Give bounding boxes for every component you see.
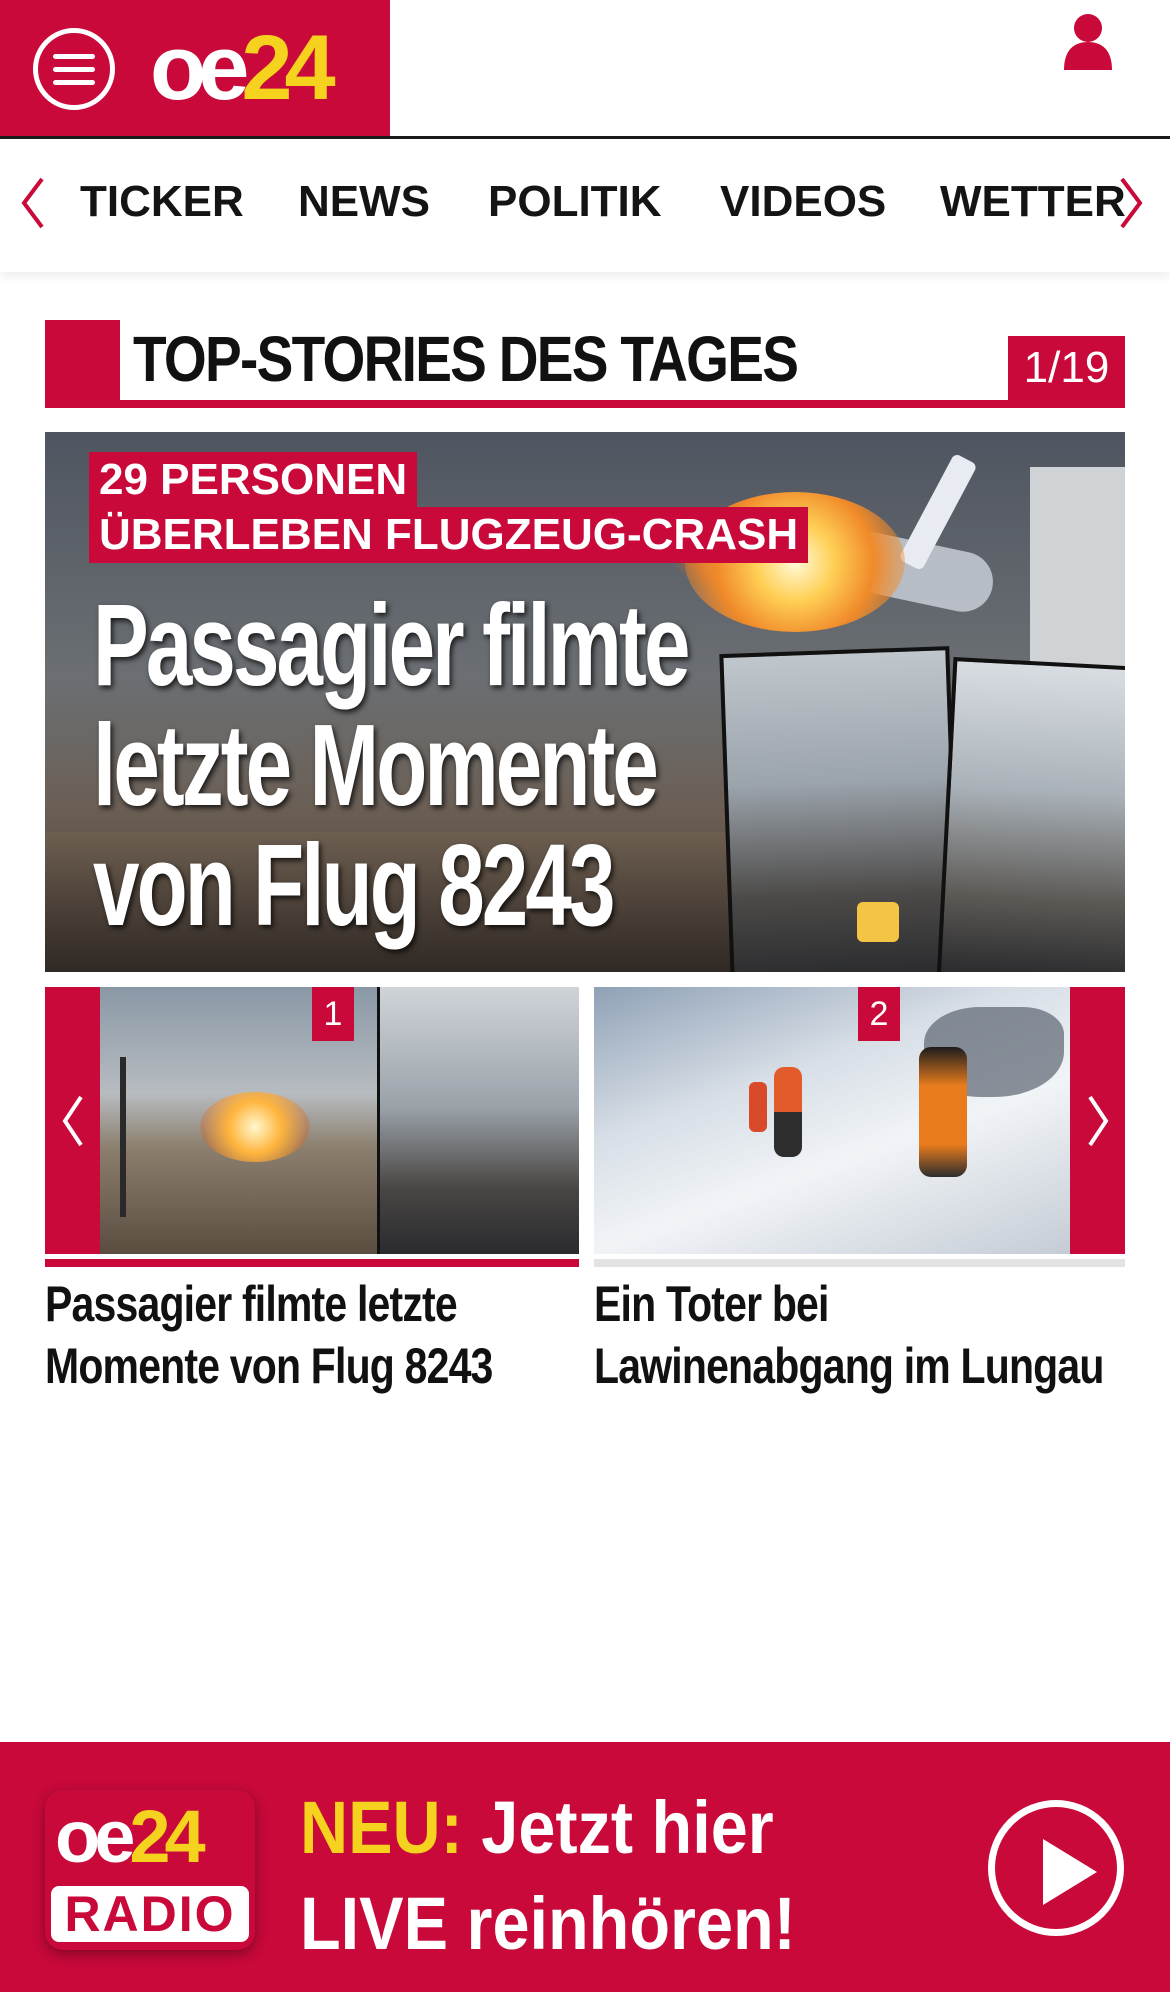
nav-item-videos[interactable]: VIDEOS xyxy=(720,177,886,227)
play-icon[interactable] xyxy=(988,1800,1124,1936)
card-number-badge: 2 xyxy=(858,987,900,1041)
category-nav: TICKER NEWS POLITIK VIDEOS WETTER xyxy=(0,139,1170,272)
hero-headline-line1: Passagier filmte xyxy=(93,580,690,710)
carousel-card-1-image[interactable]: 1 xyxy=(100,987,579,1254)
radio-logo: oe24 RADIO xyxy=(45,1790,255,1950)
hero-headline-line2: letzte Momente xyxy=(93,700,659,830)
radio-cta-line1: NEU: Jetzt hier xyxy=(300,1786,774,1869)
top-stories-header: TOP-STORIES DES TAGES 1/19 xyxy=(45,320,1125,408)
hero-story[interactable]: 29 PERSONEN ÜBERLEBEN FLUGZEUG-CRASH Pas… xyxy=(45,432,1125,972)
hero-kicker-line1: 29 PERSONEN xyxy=(89,452,418,508)
hero-kicker-line2: ÜBERLEBEN FLUGZEUG-CRASH xyxy=(89,507,809,563)
chevron-right-icon xyxy=(1087,1095,1108,1146)
stories-carousel: 1 2 xyxy=(45,987,1125,1267)
slide-counter: 1/19 xyxy=(1008,336,1125,400)
chevron-left-icon xyxy=(62,1095,83,1146)
card-1-active-indicator xyxy=(45,1259,579,1267)
carousel-prev-button[interactable] xyxy=(45,987,100,1254)
site-logo[interactable]: oe24 xyxy=(150,22,336,114)
hero-headline-line3: von Flug 8243 xyxy=(93,820,615,950)
section-title: TOP-STORIES DES TAGES xyxy=(133,323,799,395)
section-underline xyxy=(45,400,1125,408)
nav-item-wetter[interactable]: WETTER xyxy=(940,177,1126,227)
card-number-badge: 1 xyxy=(312,987,354,1041)
brand-block: oe24 xyxy=(0,0,390,136)
chevron-left-icon[interactable] xyxy=(18,175,48,231)
nav-item-ticker[interactable]: TICKER xyxy=(80,177,244,227)
carousel-card-2-title[interactable]: Ein Toter bei Lawinenabgang im Lungau xyxy=(594,1273,1104,1397)
radio-cta-line2: LIVE reinhören! xyxy=(300,1882,796,1965)
section-marker xyxy=(45,320,120,408)
radio-banner[interactable]: oe24 RADIO NEU: Jetzt hier LIVE reinhöre… xyxy=(0,1742,1170,1992)
site-header: oe24 xyxy=(0,0,1170,139)
carousel-next-button[interactable] xyxy=(1070,987,1125,1254)
nav-item-politik[interactable]: POLITIK xyxy=(488,177,662,227)
chevron-right-icon[interactable] xyxy=(1116,175,1146,231)
nav-item-news[interactable]: NEWS xyxy=(298,177,430,227)
carousel-card-2-image[interactable]: 2 xyxy=(594,987,1070,1254)
user-icon[interactable] xyxy=(1062,12,1114,70)
hamburger-menu-icon[interactable] xyxy=(33,28,115,110)
card-2-indicator xyxy=(594,1259,1125,1267)
carousel-card-1-title[interactable]: Passagier filmte letzte Momente von Flug… xyxy=(45,1273,493,1397)
